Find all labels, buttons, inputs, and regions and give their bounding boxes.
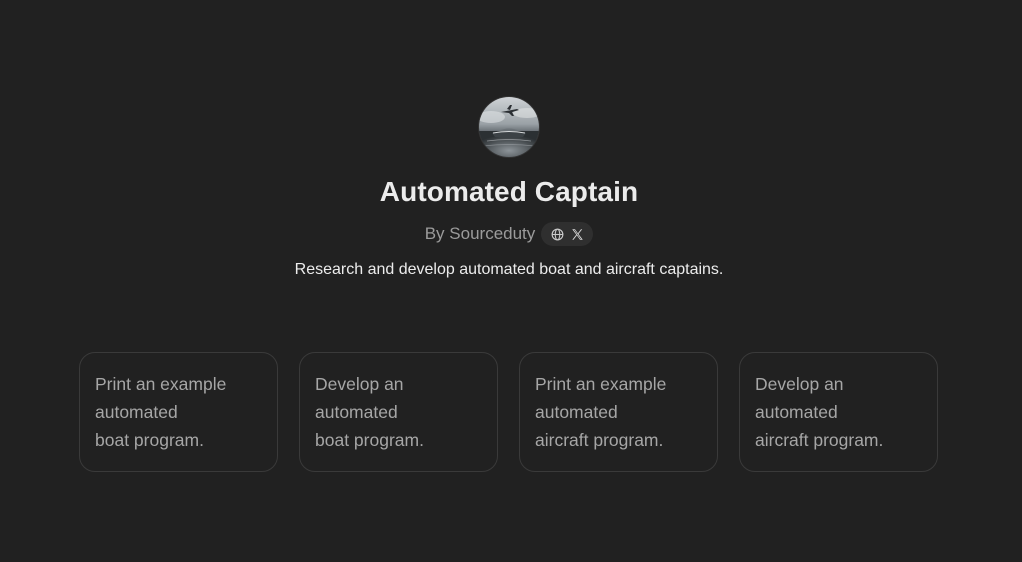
starter-line: Develop an — [755, 374, 844, 394]
starter-line: automated — [315, 402, 398, 422]
conversation-starters: Print an example automated boat program.… — [79, 352, 938, 472]
starter-line: Print an example — [535, 374, 667, 394]
gpt-title: Automated Captain — [379, 176, 639, 207]
social-links[interactable] — [541, 222, 594, 246]
starter-line: automated — [535, 402, 618, 422]
gpt-description: Research and develop automated boat and … — [294, 261, 724, 278]
starter-card[interactable]: Develop an automated boat program. — [299, 352, 498, 472]
starter-line: Print an example — [95, 374, 227, 394]
gpt-landing: Automated Captain By Sourceduty Research… — [0, 0, 1022, 562]
starter-line: Develop an — [315, 374, 404, 394]
starter-line: aircraft program. — [755, 430, 884, 450]
author-label: By Sourceduty — [424, 224, 536, 243]
starter-line: automated — [95, 402, 178, 422]
gpt-avatar — [479, 97, 539, 157]
starter-card[interactable]: Develop an automated aircraft program. — [739, 352, 938, 472]
starter-card[interactable]: Print an example automated boat program. — [79, 352, 278, 472]
starter-line: aircraft program. — [535, 430, 664, 450]
starter-line: boat program. — [315, 430, 424, 450]
gpt-byline: By Sourceduty — [0, 222, 1018, 246]
starter-line: boat program. — [95, 430, 204, 450]
x-logo-icon[interactable] — [570, 227, 584, 241]
boat-aircraft-avatar-icon — [479, 97, 539, 157]
starter-line: automated — [755, 402, 838, 422]
globe-icon[interactable] — [550, 227, 564, 241]
starter-card[interactable]: Print an example automated aircraft prog… — [519, 352, 718, 472]
